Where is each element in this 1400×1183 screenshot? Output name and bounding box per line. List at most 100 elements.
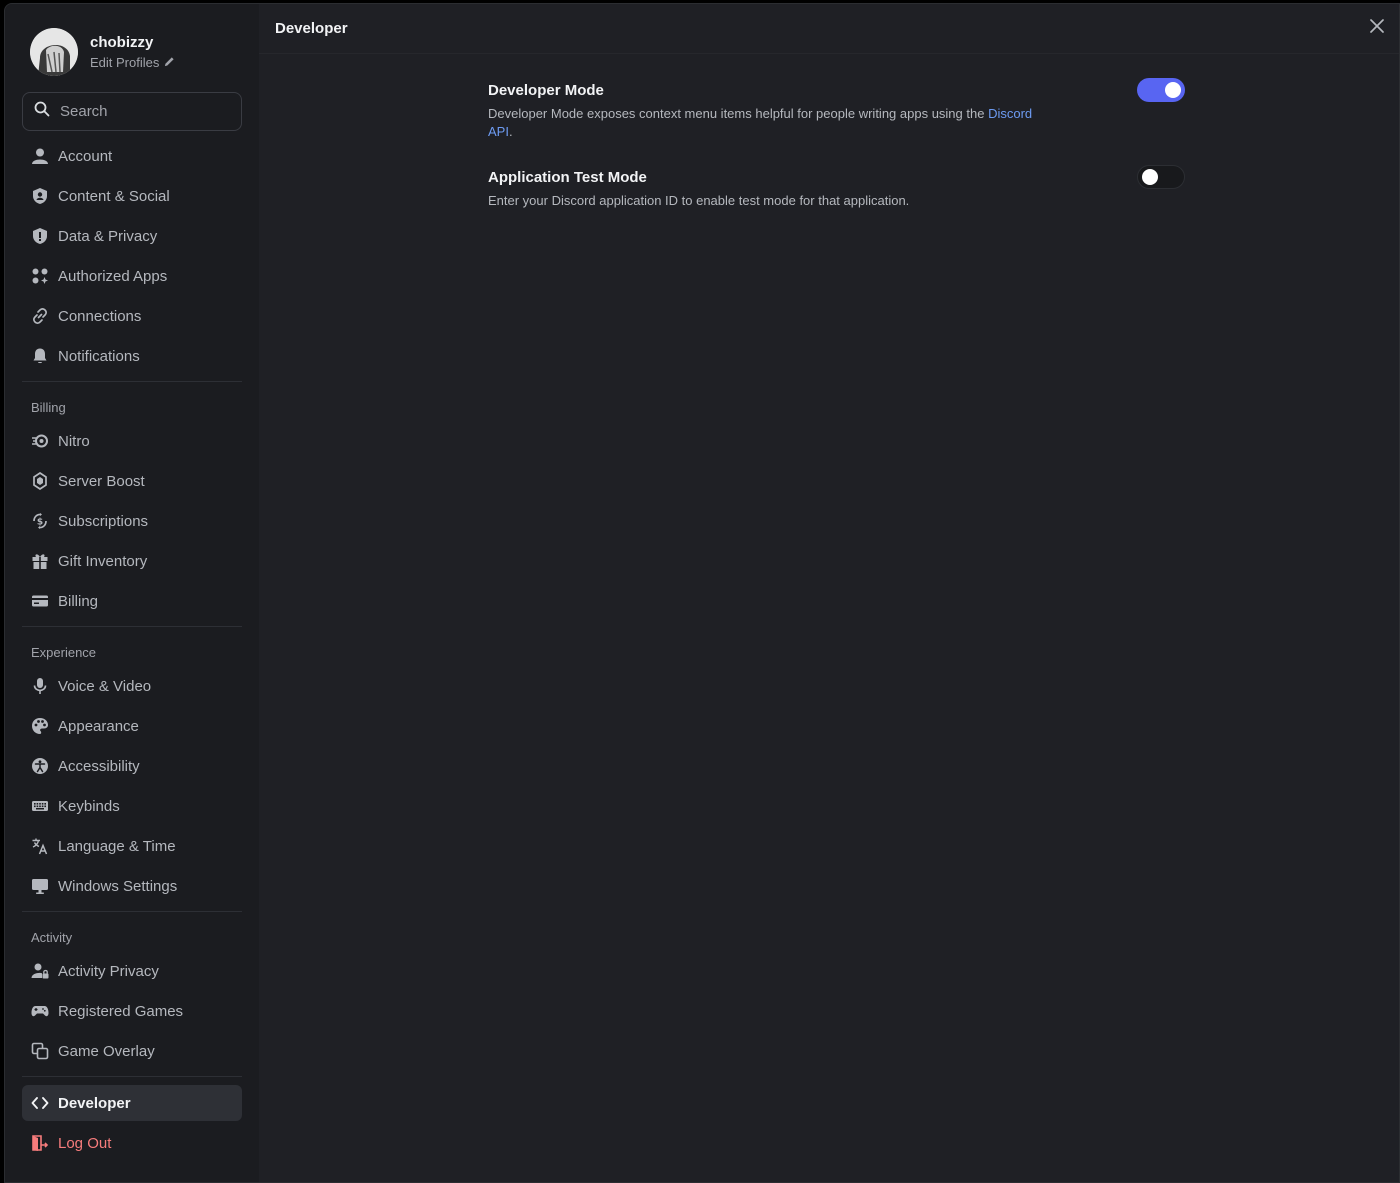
sidebar-item-accessibility[interactable]: Accessibility xyxy=(22,748,242,784)
link-icon xyxy=(31,307,49,325)
sidebar-item-label: Notifications xyxy=(58,347,140,365)
nitro-icon xyxy=(31,432,49,450)
sidebar-item-nitro[interactable]: Nitro xyxy=(22,423,242,459)
application-test-mode-setting: Application Test Mode Enter your Discord… xyxy=(488,165,1185,210)
palette-icon xyxy=(31,717,49,735)
sidebar-item-connections[interactable]: Connections xyxy=(22,298,242,334)
svg-text:$: $ xyxy=(37,518,43,528)
gift-icon xyxy=(31,552,49,570)
bell-icon xyxy=(31,347,49,365)
sidebar-item-gift-inventory[interactable]: Gift Inventory xyxy=(22,543,242,579)
sidebar-item-billing[interactable]: Billing xyxy=(22,583,242,619)
sidebar-item-label: Developer xyxy=(58,1094,131,1112)
close-icon xyxy=(1370,18,1384,38)
divider xyxy=(22,1076,242,1077)
sidebar-nav: Account Content & Social Data & Privacy … xyxy=(22,138,242,1165)
logout-button[interactable]: Log Out xyxy=(22,1125,242,1161)
main-panel: Developer Developer Mode Developer Mode … xyxy=(259,4,1399,1182)
divider xyxy=(22,911,242,912)
sidebar-item-language-time[interactable]: Language & Time xyxy=(22,828,242,864)
translate-icon xyxy=(31,837,49,855)
sidebar-item-content-social[interactable]: Content & Social xyxy=(22,178,242,214)
application-test-mode-toggle[interactable] xyxy=(1137,165,1185,189)
pencil-icon xyxy=(164,55,175,70)
sidebar-item-label: Accessibility xyxy=(58,757,140,775)
sidebar-item-label: Game Overlay xyxy=(58,1042,155,1060)
sidebar-item-label: Windows Settings xyxy=(58,877,178,895)
sidebar-item-game-overlay[interactable]: Game Overlay xyxy=(22,1033,242,1069)
section-label-activity: Activity xyxy=(31,930,73,945)
overlay-icon xyxy=(31,1042,49,1060)
accessibility-icon xyxy=(31,757,49,775)
sidebar-item-label: Data & Privacy xyxy=(58,227,158,245)
sidebar-item-windows-settings[interactable]: Windows Settings xyxy=(22,868,242,904)
shield-user-icon xyxy=(31,187,49,205)
sidebar-item-server-boost[interactable]: Server Boost xyxy=(22,463,242,499)
edit-profiles-label: Edit Profiles xyxy=(90,55,160,70)
monitor-icon xyxy=(31,877,49,895)
close-button[interactable] xyxy=(1365,16,1389,40)
search-input[interactable]: Search xyxy=(22,92,242,131)
sidebar: chobizzy Edit Profiles Search Account Co… xyxy=(5,4,259,1182)
setting-title: Developer Mode xyxy=(488,82,604,99)
subscriptions-icon: $ xyxy=(31,512,49,530)
sidebar-item-label: Activity Privacy xyxy=(58,962,159,980)
developer-mode-toggle[interactable] xyxy=(1137,78,1185,102)
sidebar-item-notifications[interactable]: Notifications xyxy=(22,338,242,374)
apps-icon xyxy=(31,267,49,285)
boost-icon xyxy=(31,472,49,490)
setting-description: Developer Mode exposes context menu item… xyxy=(488,105,1053,141)
sidebar-item-label: Keybinds xyxy=(58,797,120,815)
user-lock-icon xyxy=(31,962,49,980)
sidebar-item-account[interactable]: Account xyxy=(22,138,242,174)
sidebar-item-label: Gift Inventory xyxy=(58,552,148,570)
sidebar-item-label: Authorized Apps xyxy=(58,267,168,285)
sidebar-item-activity-privacy[interactable]: Activity Privacy xyxy=(22,953,242,989)
logout-label: Log Out xyxy=(58,1134,112,1152)
edit-profiles-link[interactable]: Edit Profiles xyxy=(90,55,175,70)
setting-description: Enter your Discord application ID to ena… xyxy=(488,193,910,208)
page-header: Developer xyxy=(259,4,1399,54)
sidebar-item-label: Language & Time xyxy=(58,837,176,855)
keyboard-icon xyxy=(31,797,49,815)
sidebar-item-label: Nitro xyxy=(58,432,90,450)
setting-desc-text: Developer Mode exposes context menu item… xyxy=(488,106,989,121)
mic-icon xyxy=(31,677,49,695)
sidebar-item-developer[interactable]: Developer xyxy=(22,1085,242,1121)
section-label-billing: Billing xyxy=(31,400,66,415)
card-icon xyxy=(31,592,49,610)
sidebar-item-subscriptions[interactable]: $ Subscriptions xyxy=(22,503,242,539)
logout-icon xyxy=(31,1134,49,1152)
username: chobizzy xyxy=(90,34,154,51)
sidebar-item-registered-games[interactable]: Registered Games xyxy=(22,993,242,1029)
sidebar-item-data-privacy[interactable]: Data & Privacy xyxy=(22,218,242,254)
sidebar-item-authorized-apps[interactable]: Authorized Apps xyxy=(22,258,242,294)
settings-window: chobizzy Edit Profiles Search Account Co… xyxy=(4,3,1400,1183)
user-icon xyxy=(31,147,49,165)
sidebar-item-label: Voice & Video xyxy=(58,677,152,695)
sidebar-item-label: Connections xyxy=(58,307,142,325)
code-icon xyxy=(31,1094,49,1112)
search-icon xyxy=(34,101,50,122)
toggle-knob xyxy=(1165,82,1181,98)
sidebar-item-label: Account xyxy=(58,147,113,165)
sidebar-item-label: Registered Games xyxy=(58,1002,184,1020)
sidebar-item-label: Subscriptions xyxy=(58,512,149,530)
sidebar-item-voice-video[interactable]: Voice & Video xyxy=(22,668,242,704)
shield-icon xyxy=(31,227,49,245)
toggle-knob xyxy=(1142,169,1158,185)
profile-card[interactable]: chobizzy Edit Profiles xyxy=(30,28,175,76)
search-placeholder: Search xyxy=(60,103,108,120)
page-title: Developer xyxy=(275,20,348,37)
avatar[interactable] xyxy=(30,28,78,76)
developer-settings: Developer Mode Developer Mode exposes co… xyxy=(488,78,1185,210)
sidebar-item-keybinds[interactable]: Keybinds xyxy=(22,788,242,824)
section-label-experience: Experience xyxy=(31,645,97,660)
developer-mode-setting: Developer Mode Developer Mode exposes co… xyxy=(488,78,1185,141)
gamepad-icon xyxy=(31,1002,49,1020)
sidebar-item-label: Appearance xyxy=(58,717,139,735)
sidebar-item-appearance[interactable]: Appearance xyxy=(22,708,242,744)
sidebar-item-label: Billing xyxy=(58,592,99,610)
sidebar-item-label: Server Boost xyxy=(58,472,145,490)
divider xyxy=(22,626,242,627)
